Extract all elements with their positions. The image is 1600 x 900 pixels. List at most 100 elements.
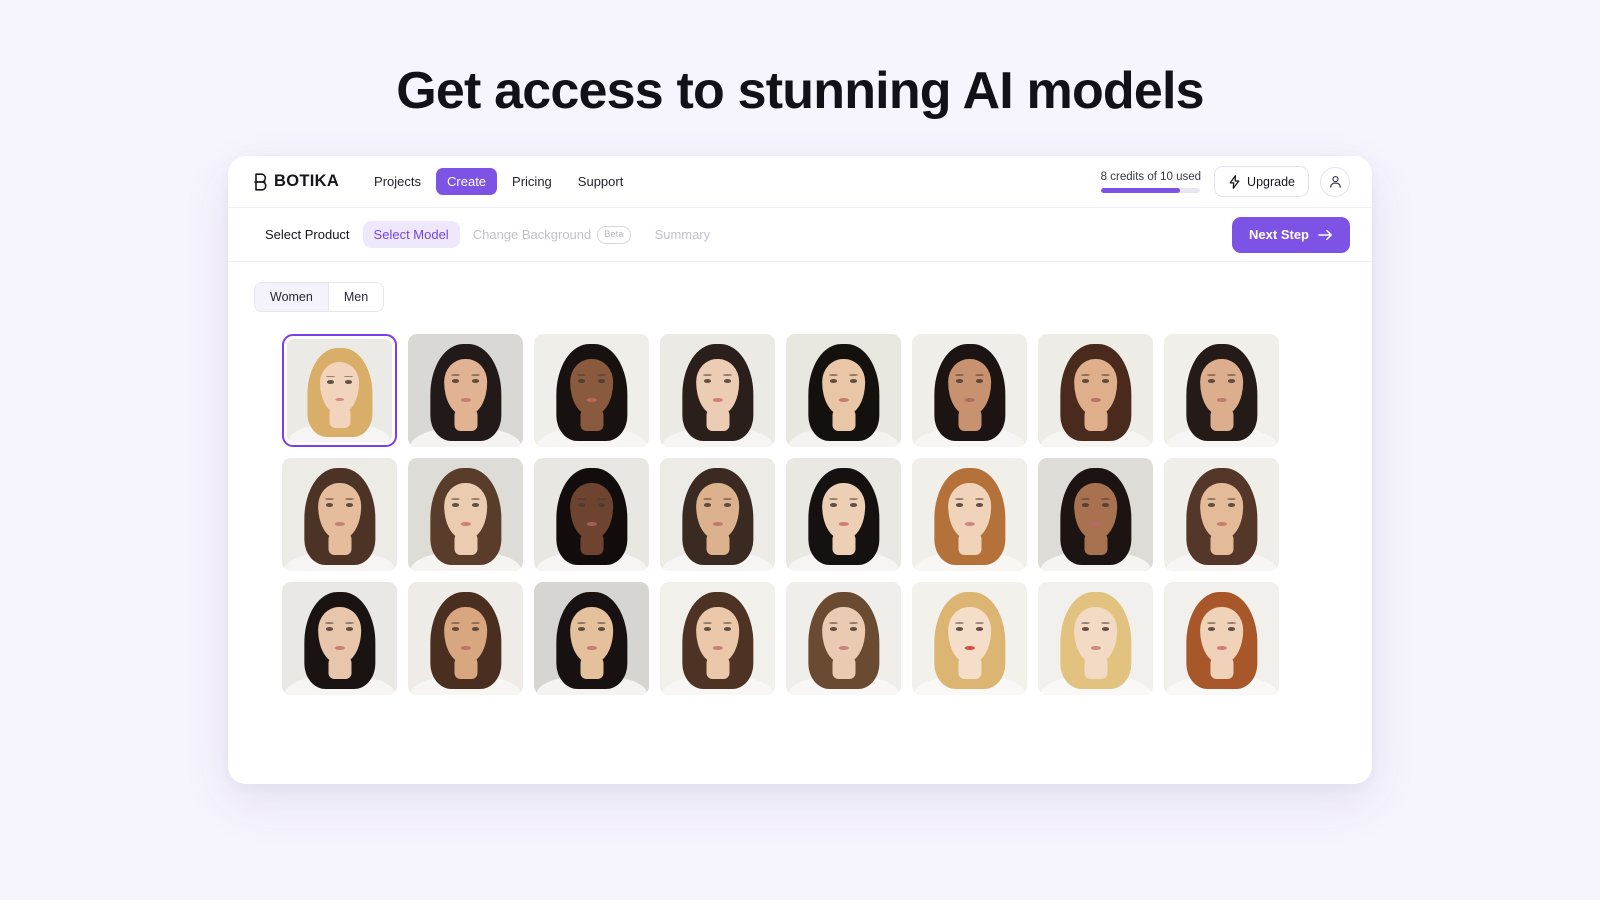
model-card[interactable] [534,334,649,447]
nav-link-support[interactable]: Support [567,168,635,195]
step-summary-label: Summary [654,227,711,242]
step-select-model[interactable]: Select Model [362,221,460,248]
nav-link-pricing[interactable]: Pricing [501,168,563,195]
model-card[interactable] [660,458,775,571]
upgrade-label: Upgrade [1247,174,1295,189]
portrait-eye-left [829,379,838,384]
portrait-face [947,358,992,416]
portrait-eye-left [955,379,964,384]
portrait-lips [1216,646,1227,651]
portrait-eye-left [1081,627,1090,632]
botika-b-logomark-icon [254,172,269,191]
portrait-face [1199,482,1244,540]
portrait-face [317,606,362,664]
model-portrait [1038,582,1153,695]
model-card[interactable] [912,334,1027,447]
model-portrait [408,582,523,695]
portrait-lips [460,522,471,527]
portrait-eye-left [829,503,838,508]
portrait-eye-left [703,379,712,384]
model-portrait [786,334,901,447]
portrait-eye-left [1081,379,1090,384]
model-card[interactable] [1164,582,1279,695]
portrait-lips [838,398,849,403]
account-avatar-button[interactable] [1320,166,1350,197]
brand-logo[interactable]: BOTIKA [254,172,339,191]
portrait-lips [586,522,597,527]
portrait-lips [712,646,723,651]
model-card[interactable] [912,582,1027,695]
model-card[interactable] [408,458,523,571]
portrait-face [1073,606,1118,664]
model-card[interactable] [786,334,901,447]
portrait-eye-left [829,627,838,632]
portrait-lips [460,646,471,651]
navbar-right-cluster: 8 credits of 10 used Upgrade [1100,166,1350,197]
portrait-face [569,482,614,540]
credits-label: 8 credits of 10 used [1100,170,1202,183]
arrow-right-icon [1318,229,1333,241]
portrait-lips [1090,398,1101,403]
model-card[interactable] [1038,458,1153,571]
credits-meter: 8 credits of 10 used [1100,170,1203,193]
portrait-eye-left [955,627,964,632]
model-card[interactable] [912,458,1027,571]
portrait-face [569,358,614,416]
model-card[interactable] [786,582,901,695]
portrait-eye-left [451,379,460,384]
portrait-face [821,606,866,664]
portrait-lips [586,398,597,403]
portrait-face [443,358,488,416]
model-portrait [786,582,901,695]
next-step-button[interactable]: Next Step [1232,216,1350,253]
gender-option-men[interactable]: Men [327,283,384,311]
gender-filter-toggle: Women Men [254,282,385,312]
page-title: Get access to stunning AI models [396,62,1204,120]
model-card[interactable] [408,582,523,695]
model-card[interactable] [1164,334,1279,447]
portrait-eye-left [577,627,586,632]
portrait-eye-left [577,503,586,508]
step-select-product[interactable]: Select Product [254,221,361,248]
model-portrait [912,334,1027,447]
model-card[interactable] [282,582,397,695]
portrait-face [947,606,992,664]
portrait-eye-left [703,627,712,632]
portrait-eye-left [325,627,334,632]
model-portrait [534,582,649,695]
model-portrait [786,458,901,571]
model-portrait [534,458,649,571]
portrait-face [695,482,740,540]
model-card[interactable] [1038,334,1153,447]
portrait-lips [1216,398,1227,403]
model-card-grid [254,334,1346,695]
model-card[interactable] [786,458,901,571]
model-card[interactable] [282,458,397,571]
portrait-face [319,361,360,414]
model-portrait [1164,582,1279,695]
model-card[interactable] [1164,458,1279,571]
gender-option-women[interactable]: Women [255,283,328,311]
model-card[interactable] [282,334,397,447]
portrait-eye-right [345,380,353,384]
portrait-face [569,606,614,664]
model-card[interactable] [660,582,775,695]
step-select-model-label: Select Model [373,227,449,242]
portrait-face [443,482,488,540]
model-portrait [912,582,1027,695]
model-card[interactable] [1038,582,1153,695]
brand-name: BOTIKA [274,172,340,190]
portrait-face [821,358,866,416]
nav-link-create[interactable]: Create [436,168,498,195]
model-card[interactable] [408,334,523,447]
model-card[interactable] [660,334,775,447]
zap-icon [1228,174,1241,189]
upgrade-button[interactable]: Upgrade [1214,166,1309,197]
portrait-face [821,482,866,540]
nav-link-projects[interactable]: Projects [363,168,432,195]
portrait-lips [460,398,471,403]
model-portrait [660,582,775,695]
navbar: BOTIKA Projects Create Pricing Support 8… [228,156,1372,208]
model-card[interactable] [534,582,649,695]
model-card[interactable] [534,458,649,571]
